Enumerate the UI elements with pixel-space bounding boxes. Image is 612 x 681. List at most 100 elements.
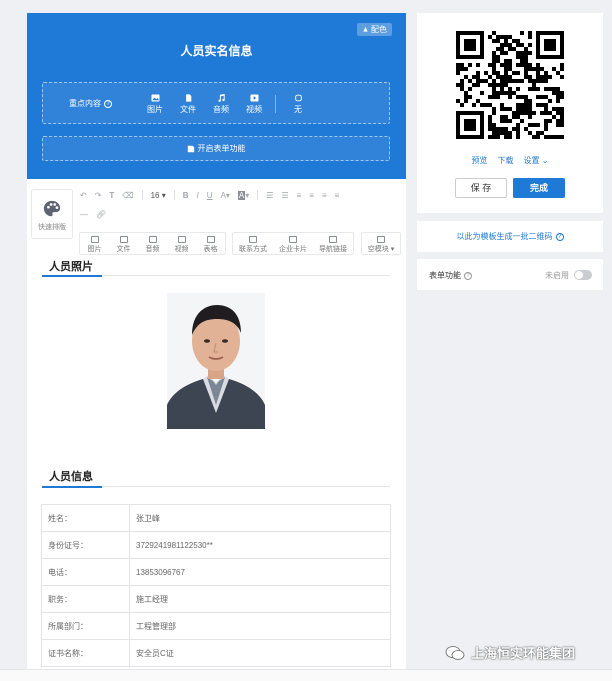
preview-link[interactable]: 预览 (472, 155, 488, 166)
toolbar-divider (257, 190, 259, 200)
quick-layout-label: 快速排版 (38, 224, 66, 231)
focus-option-label: 文件 (180, 105, 196, 114)
focus-option-label: 无 (294, 105, 302, 114)
table-row: 所属部门： 工程管理部 (41, 612, 391, 640)
clear-format-icon[interactable]: ⌫ (122, 191, 133, 200)
image-icon (151, 94, 159, 102)
focus-option-audio[interactable]: 音频 (209, 94, 233, 115)
insert-company-card-button[interactable]: 企业卡片 (273, 233, 313, 254)
download-link[interactable]: 下载 (498, 155, 514, 166)
focus-option-label: 音频 (213, 105, 229, 114)
format-toolbar: ↶ ↷ T ⌫ 16 ▾ B I U A▾ A▾ ☰ ☰ ≡ ≡ ≡ ≡ (80, 188, 339, 202)
color-scheme-label: 配色 (371, 25, 387, 34)
help-icon[interactable]: ? (555, 232, 564, 241)
insert-info-group: 联系方式 企业卡片 导航链接 (232, 232, 354, 255)
insert-audio-button[interactable]: 音频 (138, 233, 167, 254)
image-icon (90, 236, 99, 243)
save-button[interactable]: 保 存 (455, 178, 507, 198)
form-feature-card: 表单功能 ? 未启用 (417, 259, 603, 290)
info-key-cell: 所属部门： (41, 612, 130, 640)
page-title[interactable]: 人员实名信息 (27, 42, 406, 59)
redo-icon[interactable]: ↷ (95, 191, 102, 200)
batch-generate-link[interactable]: 以此为模板生成一批二维码 ? (417, 221, 603, 252)
toolbar-divider (173, 190, 175, 200)
done-button[interactable]: 完成 (513, 178, 565, 198)
block-icon (377, 236, 385, 243)
focus-option-file[interactable]: 文件 (176, 94, 200, 115)
qr-code-image[interactable] (456, 31, 564, 139)
empty-block-button[interactable]: 空模块 ▾ (362, 233, 400, 254)
info-section-title[interactable]: 人员信息 (49, 468, 93, 484)
info-key-cell: 身份证号： (41, 531, 130, 559)
align-justify-icon[interactable]: ≡ (335, 191, 340, 200)
form-feature-toggle[interactable] (574, 270, 592, 280)
align-right-icon[interactable]: ≡ (322, 191, 327, 200)
person-photo[interactable] (167, 293, 265, 429)
watermark-text: 上海恒实环能集团 (471, 646, 576, 661)
insert-media-group: 图片 文件 音频 视频 表格 (79, 232, 226, 255)
horizontal-rule-icon[interactable]: — (80, 210, 88, 219)
form-feature-label: 表单功能 ? (429, 270, 472, 281)
font-size-value: 16 (150, 190, 160, 200)
format-toolbar-row2: — 🔗︎ (80, 207, 106, 221)
photo-section-title[interactable]: 人员照片 (49, 258, 93, 274)
unordered-list-icon[interactable]: ☰ (281, 191, 288, 200)
info-key-cell: 职务： (41, 585, 130, 613)
insert-label: 联系方式 (239, 246, 267, 253)
form-feature-text: 表单功能 (429, 271, 461, 280)
bottom-scroll-bar (0, 669, 612, 681)
table-row: 证书名称： 安全员C证 (41, 639, 391, 667)
font-size-select[interactable]: 16 ▾ (151, 191, 166, 200)
highlight-color-icon[interactable]: A▾ (237, 190, 249, 200)
enable-form-button[interactable]: 开启表单功能 (42, 136, 390, 161)
focus-divider (275, 95, 276, 113)
editor-panel: 配色 人员实名信息 重点内容 ? 图片 文件 音频 视频 无 开启表单功能 ↶ … (27, 13, 406, 681)
qr-code-card: 预览 下载 设置 ⌄ 保 存 完成 (417, 13, 603, 213)
align-left-icon[interactable]: ≡ (297, 191, 302, 200)
form-feature-status: 未启用 (545, 271, 569, 280)
ordered-list-icon[interactable]: ☰ (266, 191, 273, 200)
form-icon (187, 145, 194, 152)
info-key-cell: 姓名： (41, 504, 130, 532)
quick-layout-button[interactable]: 快速排版 (31, 189, 73, 239)
table-icon (206, 236, 215, 243)
insert-table-button[interactable]: 表格 (196, 233, 225, 254)
focus-option-video[interactable]: 视频 (242, 94, 266, 115)
insert-nav-link-button[interactable]: 导航链接 (313, 233, 353, 254)
section-accent (42, 275, 102, 277)
person-info-table[interactable]: 姓名： 张卫峰 身份证号： 3729241981122530** 电话： 13853096… (41, 504, 391, 667)
info-value-cell: 施工经理 (129, 585, 391, 613)
format-painter-icon[interactable]: T (109, 191, 114, 200)
info-value-cell: 13853096767 (129, 558, 391, 586)
font-color-icon[interactable]: A▾ (221, 191, 230, 200)
info-value-cell: 工程管理部 (129, 612, 391, 640)
insert-video-button[interactable]: 视频 (167, 233, 196, 254)
table-row: 电话： 13853096767 (41, 558, 391, 586)
italic-icon[interactable]: I (197, 191, 199, 200)
info-key-cell: 证书名称： (41, 639, 130, 667)
focus-content-box: 重点内容 ? 图片 文件 音频 视频 无 (42, 82, 390, 124)
insert-file-button[interactable]: 文件 (109, 233, 138, 254)
focus-option-none[interactable]: 无 (286, 94, 310, 115)
insert-image-button[interactable]: 图片 (80, 233, 109, 254)
info-value-cell: 张卫峰 (129, 504, 391, 532)
underline-icon[interactable]: U (207, 191, 213, 200)
table-row: 姓名： 张卫峰 (41, 504, 391, 532)
align-center-icon[interactable]: ≡ (309, 191, 314, 200)
help-icon[interactable]: ? (104, 99, 112, 108)
link-icon[interactable]: 🔗︎ (96, 210, 106, 219)
insert-contact-button[interactable]: 联系方式 (233, 233, 273, 254)
wechat-watermark: 上海恒实环能集团 (445, 643, 575, 662)
undo-icon[interactable]: ↶ (80, 191, 87, 200)
palette-small-icon (363, 26, 368, 32)
insert-label: 图片 (87, 246, 102, 253)
insert-label: 导航链接 (319, 246, 347, 253)
focus-option-image[interactable]: 图片 (143, 94, 167, 115)
color-scheme-button[interactable]: 配色 (357, 23, 392, 36)
insert-label: 视频 (174, 246, 189, 253)
help-icon[interactable]: ? (464, 271, 472, 280)
focus-option-label: 图片 (147, 105, 163, 114)
bold-icon[interactable]: B (183, 191, 189, 200)
settings-link[interactable]: 设置 ⌄ (524, 155, 549, 166)
settings-label: 设置 (523, 156, 540, 165)
